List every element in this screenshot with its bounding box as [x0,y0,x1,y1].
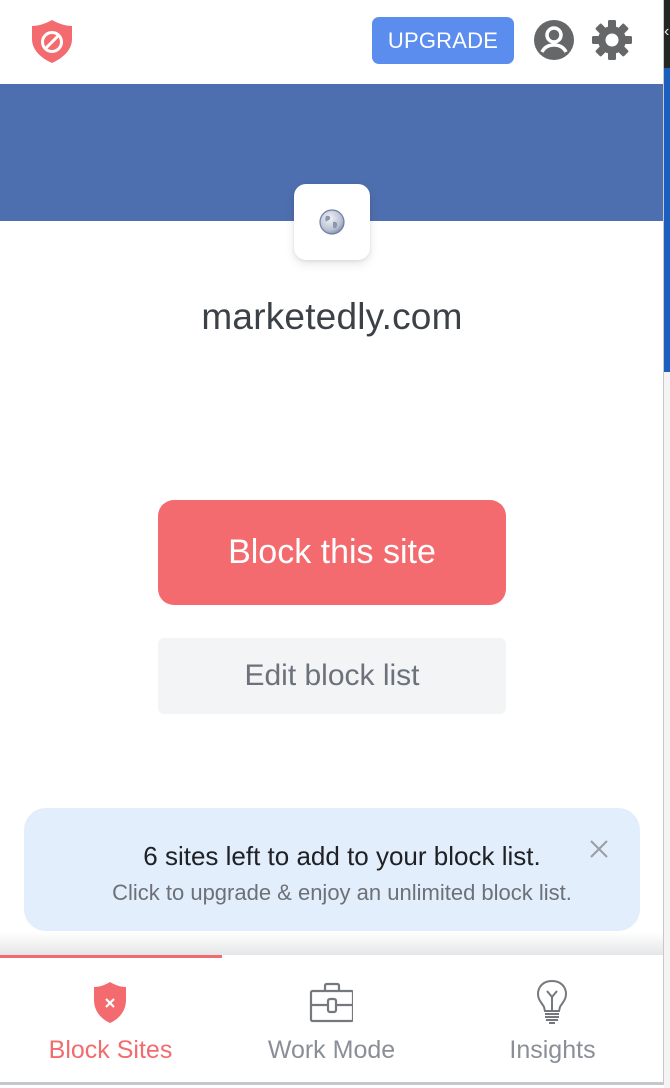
browser-page-strip [664,68,670,372]
site-domain: marketedly.com [201,296,463,337]
tab-label: Work Mode [267,1036,396,1064]
block-site-button[interactable]: Block this site [158,500,506,605]
upgrade-button[interactable]: UPGRADE [372,17,514,64]
tab-block-sites[interactable]: Block Sites [0,958,221,1082]
browser-window-edge: ‹ [664,0,670,1088]
edit-block-list-button[interactable]: Edit block list [158,638,506,714]
upgrade-notice[interactable]: 6 sites left to add to your block list. … [24,808,640,931]
gear-icon[interactable] [591,19,633,61]
tab-work-mode[interactable]: Work Mode [221,958,442,1082]
close-icon[interactable] [586,836,612,862]
lightbulb-icon [536,979,568,1024]
tab-insights[interactable]: Insights [442,958,663,1082]
shield-x-icon [94,982,126,1023]
header: UPGRADE [0,0,663,84]
tab-label: Insights [509,1036,596,1064]
briefcase-icon [309,982,353,1023]
chevron-left-icon: ‹ [664,23,670,40]
notice-subtitle: Click to upgrade & enjoy an unlimited bl… [112,880,572,905]
block-site-popup: UPGRADE marketedly.com Block this site E… [0,0,664,1085]
shield-block-icon [32,20,72,63]
bottom-nav: Block Sites Work Mode Insights [0,955,663,1082]
site-favicon-card [294,184,370,260]
notice-title: 6 sites left to add to your block list. [143,841,541,871]
globe-icon [319,209,345,235]
nav-shadow [0,932,663,956]
tab-label: Block Sites [48,1036,173,1064]
account-circle-icon[interactable] [533,19,575,61]
